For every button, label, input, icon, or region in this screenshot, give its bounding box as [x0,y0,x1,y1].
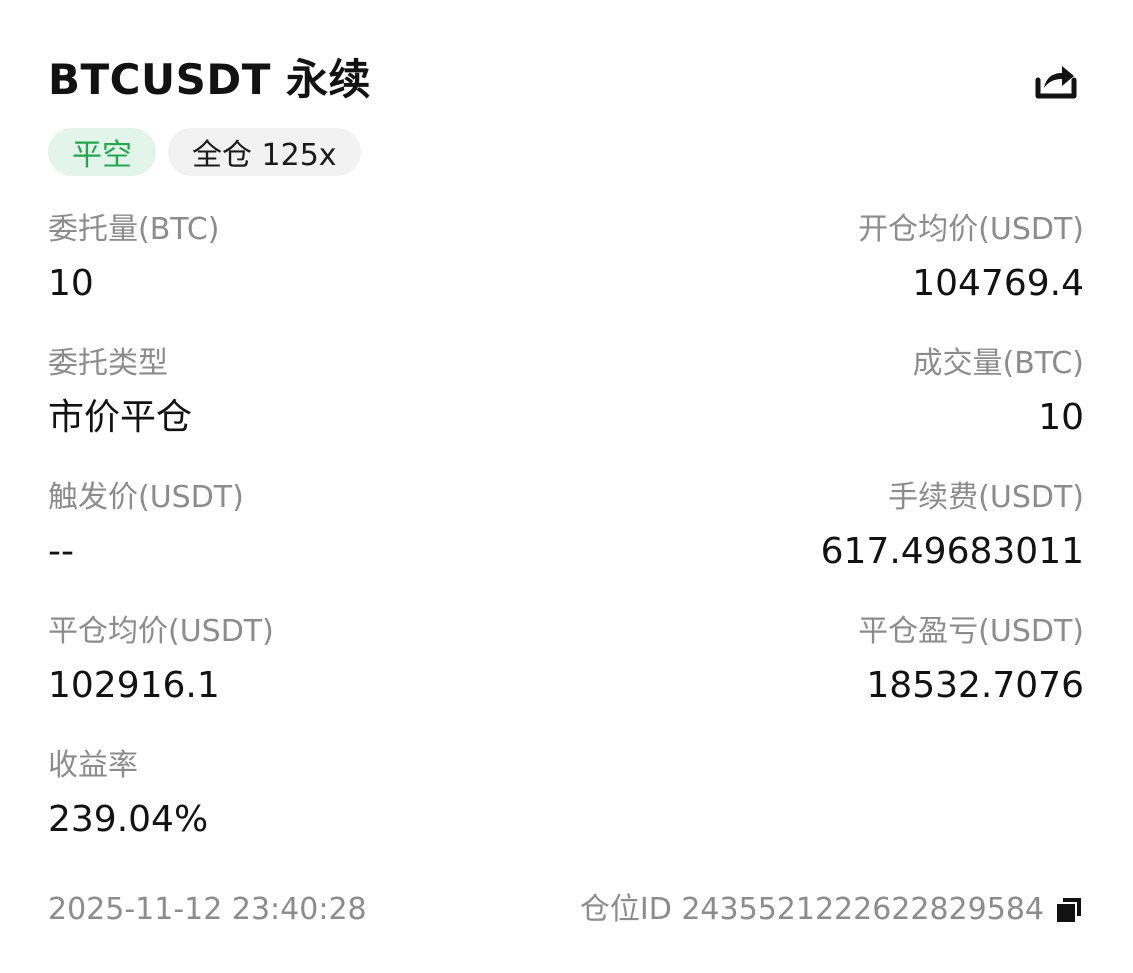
order-type-field: 委托类型 市价平仓 [48,344,192,442]
margin-mode-badge: 全仓 125x [168,128,361,176]
fee-value: 617.49683011 [820,531,1084,572]
position-id: 仓位ID 2435521222622829584 [580,890,1084,930]
share-icon [1035,66,1077,99]
order-type-value: 市价平仓 [48,397,193,438]
close-pnl-field: 平仓盈亏(USDT) 18532.7076 [858,612,1084,710]
close-pnl-value: 18532.7076 [866,665,1084,706]
filled-qty-field: 成交量(BTC) 10 [912,344,1084,442]
share-button[interactable] [1028,56,1084,108]
close-avg-price-value: 102916.1 [48,665,220,706]
close-avg-price-label: 平仓均价(USDT) [48,614,274,649]
roi-label: 收益率 [48,748,138,783]
order-qty-label: 委托量(BTC) [48,212,220,247]
close-pnl-label: 平仓盈亏(USDT) [858,614,1084,649]
order-detail-card: BTCUSDT 永续 平空 全仓 125x 委托量(BTC) 10 开仓均价(U… [0,0,1133,973]
side-badge: 平空 [48,128,156,176]
order-qty-value: 10 [48,263,94,304]
open-avg-price-field: 开仓均价(USDT) 104769.4 [858,210,1084,308]
position-id-text: 仓位ID 2435521222622829584 [579,892,1044,927]
open-avg-price-label: 开仓均价(USDT) [858,212,1084,247]
filled-qty-label: 成交量(BTC) [912,346,1084,381]
order-type-label: 委托类型 [48,346,168,381]
fee-label: 手续费(USDT) [888,480,1084,515]
badge-row: 平空 全仓 125x [48,128,361,176]
close-avg-price-field: 平仓均价(USDT) 102916.1 [48,612,274,710]
trigger-price-label: 触发价(USDT) [48,480,244,515]
filled-qty-value: 10 [1038,397,1084,438]
copy-icon[interactable] [1054,895,1084,925]
roi-value: 239.04% [48,799,209,840]
trigger-price-field: 触发价(USDT) -- [48,478,244,576]
roi-field: 收益率 239.04% [48,746,208,844]
order-qty-field: 委托量(BTC) 10 [48,210,220,308]
fee-field: 手续费(USDT) 617.49683011 [821,478,1084,576]
open-avg-price-value: 104769.4 [912,263,1084,304]
trigger-price-value: -- [48,531,74,572]
timestamp: 2025-11-12 23:40:28 [48,892,367,927]
page-title: BTCUSDT 永续 [48,55,371,104]
